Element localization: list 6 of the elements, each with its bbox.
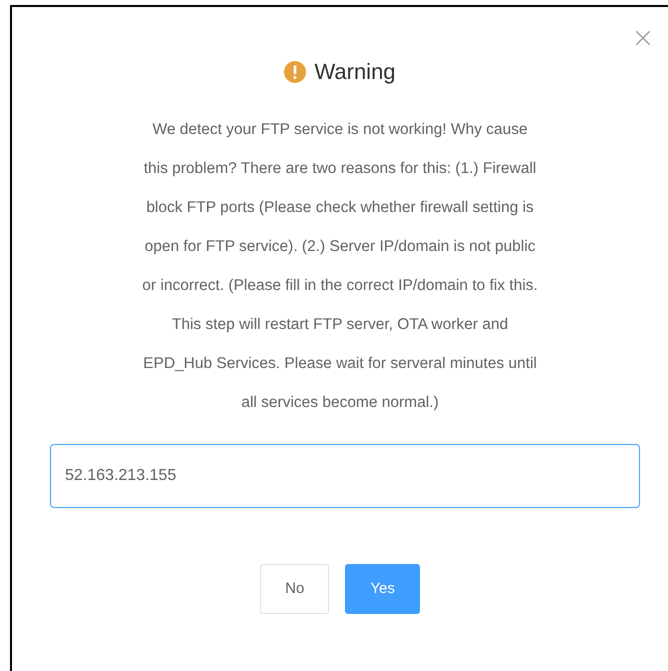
ip-input-field[interactable]: 52.163.213.155 <box>50 444 640 508</box>
warning-icon <box>284 60 306 82</box>
warning-message: We detect your FTP service is not working! Why cause this problem? There are two reasons for this: (1.) Firewall block FTP ports (Please check whether firewall setting is open for FTP service). (2.) Server IP/domain is not public or incorrect. (Please fill in the correct IP/domain to fix this. This step will restart FTP server, OTA worker and EPD_Hub Services. Please wait for serveral minutes until all services become normal.) <box>141 120 539 413</box>
dialog-title: Warning <box>314 58 396 86</box>
close-icon[interactable] <box>634 29 652 47</box>
cancel-button[interactable]: No <box>260 564 330 614</box>
